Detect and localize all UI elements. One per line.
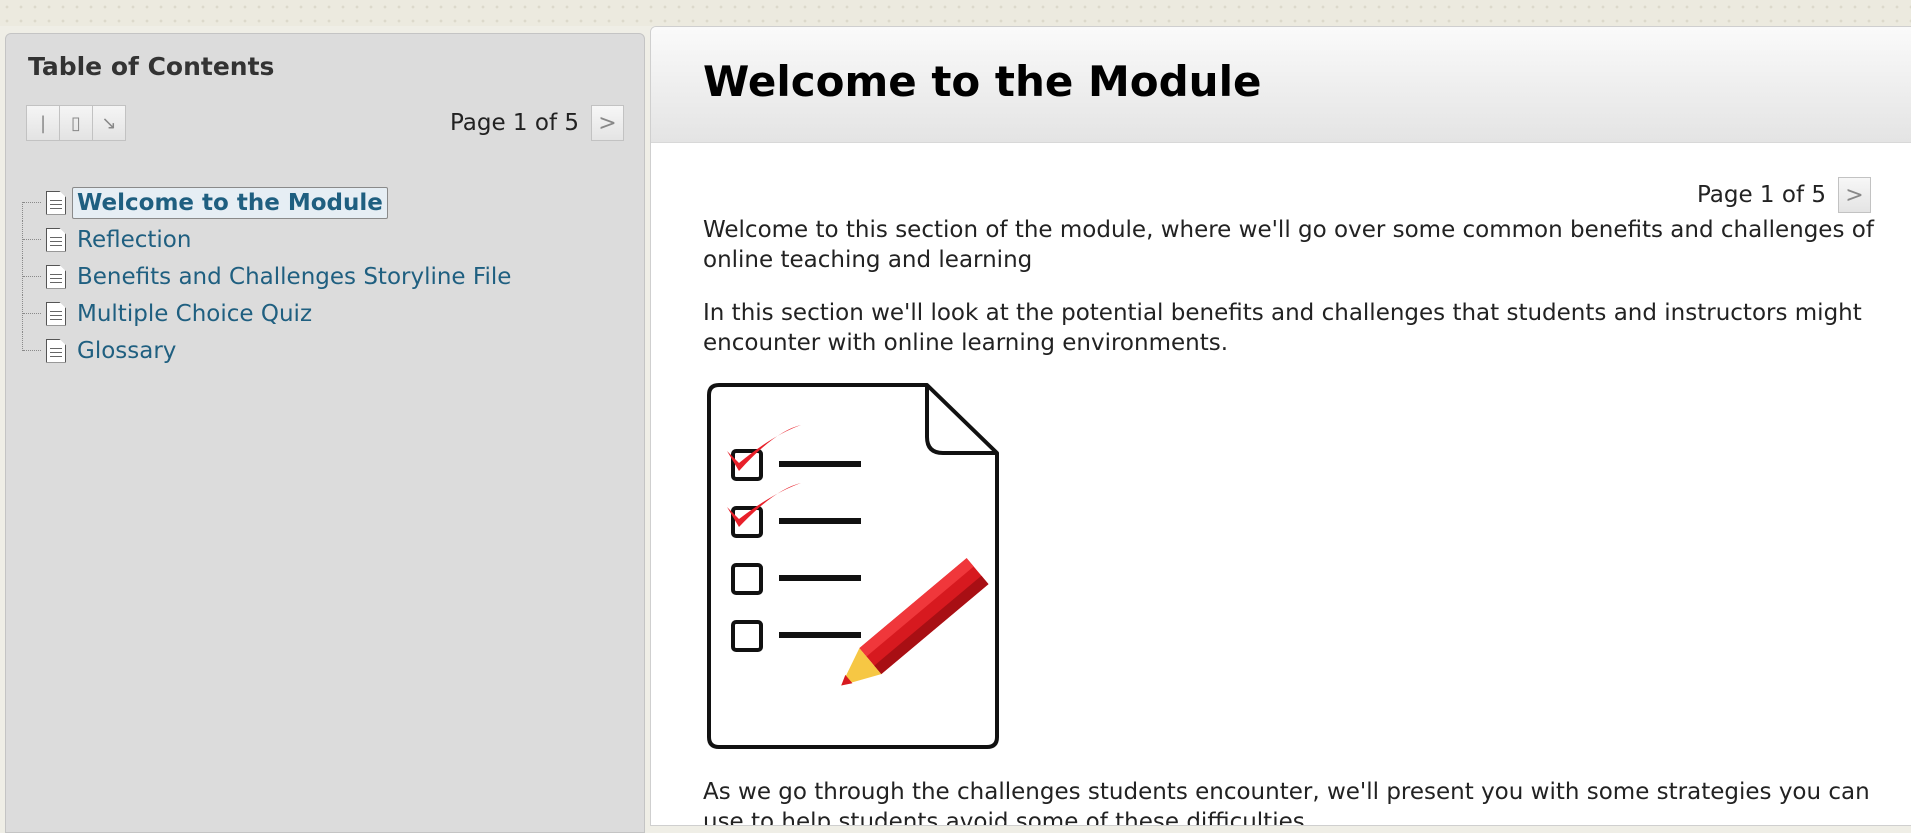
section-paragraph: In this section we'll look at the potent…	[703, 300, 1862, 356]
document-icon	[46, 338, 66, 363]
content-panel: Welcome to the Module Page 1 of 5 > Welc…	[650, 26, 1911, 826]
top-background-pattern	[0, 0, 1911, 26]
document-icon	[46, 190, 66, 215]
toc-list: Welcome to the Module Reflection Benefit…	[18, 184, 516, 369]
toc-item-quiz[interactable]: Multiple Choice Quiz	[18, 295, 516, 332]
table-of-contents-panel: Table of Contents | ▯ ↘ Page 1 of 5 > We…	[5, 33, 645, 833]
expand-all-icon: ▯	[71, 112, 81, 134]
document-icon	[46, 227, 66, 252]
toc-link-welcome[interactable]: Welcome to the Module	[72, 186, 388, 219]
toc-toolbar: | ▯ ↘	[26, 105, 126, 141]
collapse-all-icon: |	[39, 112, 47, 134]
tree-connector	[22, 221, 43, 258]
document-icon	[46, 301, 66, 326]
document-icon	[46, 264, 66, 289]
collapse-all-button[interactable]: |	[26, 105, 60, 141]
page-title: Welcome to the Module	[703, 57, 1262, 106]
chevron-right-icon: >	[598, 110, 617, 136]
strategies-paragraph: As we go through the challenges students…	[703, 779, 1870, 826]
content-pager: Page 1 of 5 >	[1697, 176, 1871, 214]
toc-item-reflection[interactable]: Reflection	[18, 221, 516, 258]
content-next-page-button[interactable]: >	[1838, 177, 1871, 213]
chevron-right-icon: >	[1845, 182, 1864, 208]
toc-link-reflection[interactable]: Reflection	[72, 224, 196, 256]
checklist-with-pencil-icon	[707, 383, 999, 749]
content-page-indicator: Page 1 of 5	[1696, 182, 1826, 208]
toc-item-storyline[interactable]: Benefits and Challenges Storyline File	[18, 258, 516, 295]
content-header: Welcome to the Module	[651, 27, 1911, 143]
expand-all-button[interactable]: ▯	[59, 105, 93, 141]
toc-link-glossary[interactable]: Glossary	[72, 335, 181, 367]
tree-connector	[22, 258, 43, 295]
tree-connector	[22, 332, 43, 351]
intro-paragraph: Welcome to this section of the module, w…	[703, 217, 1874, 273]
toc-link-quiz[interactable]: Multiple Choice Quiz	[72, 298, 317, 330]
toc-page-indicator: Page 1 of 5	[449, 110, 579, 136]
tree-connector	[22, 202, 43, 221]
toc-link-storyline[interactable]: Benefits and Challenges Storyline File	[72, 261, 516, 293]
detach-icon: ↘	[101, 112, 117, 134]
content-body: Welcome to this section of the module, w…	[703, 215, 1883, 826]
toc-item-glossary[interactable]: Glossary	[18, 332, 516, 369]
toc-pager: Page 1 of 5 >	[450, 105, 624, 141]
tree-connector	[22, 295, 43, 332]
detach-button[interactable]: ↘	[92, 105, 126, 141]
toc-title: Table of Contents	[28, 52, 275, 81]
toc-next-page-button[interactable]: >	[591, 105, 624, 141]
toc-item-welcome[interactable]: Welcome to the Module	[18, 184, 516, 221]
